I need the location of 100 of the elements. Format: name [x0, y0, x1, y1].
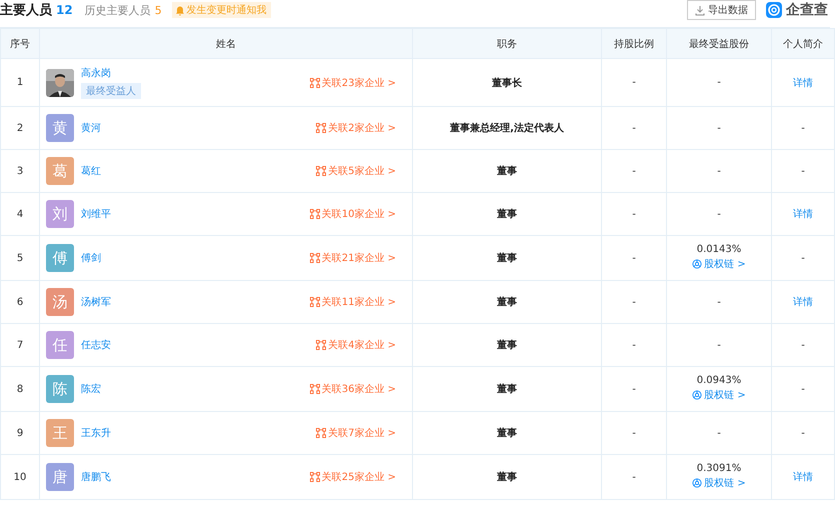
network-icon [310, 297, 320, 307]
role-tag: 最终受益人 [81, 83, 141, 99]
network-icon [310, 472, 320, 482]
intro-cell: - [772, 106, 834, 150]
column-header: 姓名 [40, 28, 412, 58]
related-companies-link[interactable]: 关联11家企业 > [310, 295, 396, 309]
history-count: 5 [154, 4, 162, 16]
section-title: 主要人员 [0, 2, 52, 19]
related-companies-link[interactable]: 关联5家企业 > [316, 164, 396, 178]
related-companies-link[interactable]: 关联21家企业 > [310, 251, 396, 265]
person-name-link[interactable]: 陈宏 [81, 382, 101, 396]
position-cell: 董事 [412, 150, 602, 192]
network-icon [310, 384, 320, 394]
column-header: 持股比例 [602, 28, 666, 58]
person-name-link[interactable]: 王东升 [81, 426, 111, 440]
person-name-link[interactable]: 汤树军 [81, 295, 111, 309]
network-icon [310, 253, 320, 263]
row-number: 4 [0, 192, 40, 236]
intro-cell: - [772, 236, 834, 280]
beneficial-share-value: - [716, 296, 722, 308]
download-icon [695, 4, 705, 16]
position-cell: 董事兼总经理,法定代表人 [412, 106, 602, 150]
network-icon [316, 340, 326, 350]
network-icon [316, 166, 326, 176]
person-name-link[interactable]: 任志安 [81, 338, 111, 352]
avatar-letter: 唐 [46, 463, 74, 491]
related-companies-link[interactable]: 关联23家企业 > [310, 76, 396, 90]
avatar-letter: 任 [46, 331, 74, 359]
beneficial-share-value: - [716, 428, 722, 438]
column-header: 个人简介 [772, 28, 834, 58]
position-cell: 董事 [412, 366, 602, 412]
shareholding-cell: - [602, 236, 666, 280]
network-icon [316, 123, 326, 133]
avatar-letter: 傅 [46, 244, 74, 272]
shareholding-cell: - [602, 454, 666, 500]
row-number: 8 [0, 366, 40, 412]
avatar-letter: 王 [46, 419, 74, 447]
related-companies-link[interactable]: 关联2家企业 > [316, 121, 396, 135]
person-name-link[interactable]: 傅剑 [81, 251, 101, 265]
logo-icon [766, 2, 782, 18]
person-name-link[interactable]: 唐鹏飞 [81, 470, 111, 484]
row-number: 1 [0, 58, 40, 106]
network-icon [310, 78, 320, 88]
shareholding-cell: - [602, 58, 666, 106]
notify-button[interactable]: 发生变更时通知我 [172, 2, 271, 18]
network-icon [310, 209, 320, 219]
export-button[interactable]: 导出数据 [687, 0, 756, 20]
column-header: 序号 [0, 28, 40, 58]
beneficial-share-value: - [716, 77, 722, 88]
detail-link[interactable]: 详情 [793, 78, 813, 88]
intro-cell: - [772, 366, 834, 412]
logo-text: 企查查 [786, 1, 829, 19]
beneficial-share-value: - [716, 166, 722, 176]
column-header: 职务 [412, 28, 602, 58]
related-companies-link[interactable]: 关联4家企业 > [316, 338, 396, 352]
history-tab[interactable]: 历史主要人员 [84, 2, 151, 18]
person-name-link[interactable]: 葛红 [81, 164, 101, 178]
equity-chain-link[interactable]: 股权链 > [692, 476, 746, 490]
position-cell: 董事 [412, 454, 602, 500]
intro-cell: - [772, 412, 834, 454]
person-name-link[interactable]: 高永岗 [81, 66, 111, 80]
shareholding-cell: - [602, 366, 666, 412]
avatar-letter: 刘 [46, 200, 74, 228]
related-companies-link[interactable]: 关联7家企业 > [316, 426, 396, 440]
position-cell: 董事 [412, 324, 602, 366]
person-name-link[interactable]: 刘维平 [81, 207, 111, 221]
intro-cell: - [772, 150, 834, 192]
equity-chain-link[interactable]: 股权链 > [692, 257, 746, 271]
share-chain-icon [692, 390, 702, 400]
beneficial-share-value: - [716, 340, 722, 350]
share-chain-icon [692, 478, 702, 488]
row-number: 3 [0, 150, 40, 192]
shareholding-cell: - [602, 324, 666, 366]
detail-link[interactable]: 详情 [793, 297, 813, 308]
detail-link[interactable]: 详情 [793, 472, 813, 483]
person-name-link[interactable]: 黄河 [81, 121, 101, 135]
row-number: 9 [0, 412, 40, 454]
row-number: 6 [0, 280, 40, 324]
position-cell: 董事 [412, 280, 602, 324]
row-number: 7 [0, 324, 40, 366]
intro-cell: - [772, 324, 834, 366]
avatar-letter: 黄 [46, 114, 74, 142]
beneficial-share-value: 0.0143% [696, 244, 742, 255]
equity-chain-link[interactable]: 股权链 > [692, 388, 746, 402]
network-icon [316, 428, 326, 438]
related-companies-link[interactable]: 关联25家企业 > [310, 470, 396, 484]
detail-link[interactable]: 详情 [793, 209, 813, 220]
row-number: 2 [0, 106, 40, 150]
beneficial-share-value: 0.3091% [696, 463, 742, 474]
related-companies-link[interactable]: 关联36家企业 > [310, 382, 396, 396]
share-chain-icon [692, 259, 702, 269]
avatar-letter: 汤 [46, 288, 74, 316]
avatar-letter: 陈 [46, 375, 74, 403]
people-count: 12 [56, 3, 73, 17]
avatar-letter: 葛 [46, 157, 74, 185]
position-cell: 董事 [412, 192, 602, 236]
bell-icon [176, 4, 184, 16]
position-cell: 董事长 [412, 58, 602, 106]
related-companies-link[interactable]: 关联10家企业 > [310, 207, 396, 221]
position-cell: 董事 [412, 236, 602, 280]
